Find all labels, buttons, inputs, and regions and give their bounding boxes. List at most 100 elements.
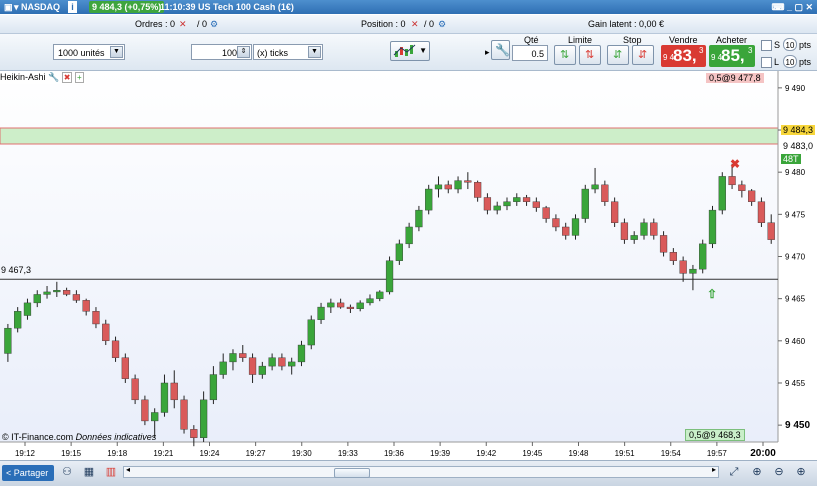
candle-body: [650, 222, 658, 236]
candle-body: [23, 302, 32, 316]
y-tick-label: 9 475: [785, 210, 806, 219]
candle-body: [170, 382, 178, 401]
orders-label: Ordres : 0: [135, 19, 176, 29]
candle-body: [708, 209, 717, 245]
close-order-marker-icon[interactable]: ✖: [730, 157, 740, 171]
y-tick-label: 9 465: [785, 295, 806, 304]
scroll-right-icon[interactable]: ▸: [712, 465, 716, 474]
stop-down-icon: ⇵: [638, 49, 648, 61]
top-order-tag[interactable]: 0,5@9 477,8: [706, 73, 764, 83]
scroll-left-icon[interactable]: ◂: [126, 465, 130, 474]
stop-sell-button[interactable]: ⇵: [632, 45, 654, 65]
collapse-arrow-icon[interactable]: ▸: [485, 47, 490, 58]
candle-body: [278, 357, 286, 367]
candle-body: [395, 243, 403, 261]
candle-body: [219, 361, 227, 375]
chart-canvas[interactable]: 9 4909 4859 4809 4759 4709 4659 4609 455…: [0, 71, 817, 460]
x-tick-label: 19:27: [246, 449, 267, 458]
bottom-order-tag[interactable]: 0,5@9 468,3: [685, 429, 745, 441]
candle-body: [131, 378, 139, 401]
candle-body: [376, 291, 384, 299]
remove-indicator-icon[interactable]: ✖: [61, 72, 73, 83]
candle-body: [620, 222, 629, 240]
x-tick-label: 19:57: [707, 449, 728, 458]
candle-body: [464, 180, 472, 183]
candle-body: [571, 218, 580, 236]
sell-button[interactable]: 9 4 83, 3: [661, 45, 706, 67]
candle-body: [689, 268, 697, 274]
wrench-icon[interactable]: 🔧: [48, 72, 59, 82]
chart-scrollbar[interactable]: ◂ ▸: [123, 465, 719, 478]
zoom-out-icon[interactable]: ⊖: [772, 465, 786, 479]
candle-body: [317, 306, 325, 320]
auto-scale-icon[interactable]: ⤢: [727, 465, 741, 479]
binoculars-icon[interactable]: ⚇: [60, 465, 74, 479]
sell-price-decimal: 3: [699, 46, 704, 55]
close-position-icon[interactable]: ✕: [411, 19, 419, 30]
indicators-icon[interactable]: ▥: [104, 465, 118, 479]
pts-label: pts: [799, 57, 812, 67]
orders-settings-icon[interactable]: ⚙: [210, 19, 218, 30]
y-tick-label: 9 450: [785, 420, 810, 431]
candle-body: [601, 184, 609, 202]
market-selector[interactable]: ▾ NASDAQ: [14, 1, 60, 13]
candle-body: [405, 226, 413, 245]
stepper-arrows-icon[interactable]: ⇕: [237, 46, 250, 58]
indicator-legend: Heikin-Ashi 🔧 ✖ +: [0, 72, 86, 84]
zoom-in-icon[interactable]: ⊕: [794, 465, 808, 479]
candle-body: [748, 190, 756, 202]
position-settings-icon[interactable]: ⚙: [438, 19, 446, 30]
s-label: S: [774, 40, 781, 50]
calculator-icon[interactable]: ▦: [82, 465, 96, 479]
close-orders-icon[interactable]: ✕: [179, 19, 187, 30]
x-tick-label: 19:21: [153, 449, 174, 458]
info-icon[interactable]: i: [68, 1, 77, 13]
take-profit-pts-input[interactable]: 10: [783, 55, 797, 68]
limit-buy-button[interactable]: ⇅: [554, 45, 576, 65]
ticks-stepper[interactable]: 100 ⇕: [191, 44, 252, 60]
copyright-text: © IT-Finance.com Données indicatives: [2, 432, 156, 442]
orders-total: / 0: [197, 19, 208, 29]
x-tick-label: 19:33: [338, 449, 359, 458]
add-indicator-icon[interactable]: +: [74, 72, 84, 83]
chevron-down-icon[interactable]: ▼: [308, 46, 321, 58]
candle-body: [239, 353, 247, 358]
candle-body: [92, 311, 100, 325]
candle-body: [611, 201, 619, 223]
ticks-unit-select[interactable]: (x) ticks ▼: [253, 44, 323, 60]
stop-buy-button[interactable]: ⇵: [607, 45, 629, 65]
candle-body: [160, 382, 169, 413]
candle-body: [209, 374, 218, 401]
share-button[interactable]: < Partager: [2, 465, 54, 481]
qty-input[interactable]: 0.5: [512, 45, 548, 61]
candle-body: [532, 201, 540, 208]
stop-loss-checkbox[interactable]: [761, 40, 772, 51]
stop-loss-pts-input[interactable]: 10: [783, 38, 797, 51]
candle-body: [591, 184, 599, 190]
price-chart[interactable]: 9 4909 4859 4809 4759 4709 4659 4609 455…: [0, 71, 817, 460]
scrollbar-thumb[interactable]: [334, 468, 370, 478]
limit-label: Limite: [568, 35, 593, 45]
window-controls[interactable]: ⌨ _ ▢ ✕: [771, 1, 813, 13]
spread-band: [0, 127, 779, 145]
chevron-down-icon[interactable]: ▼: [110, 46, 123, 58]
window-icon[interactable]: ▣: [4, 1, 13, 13]
take-profit-checkbox[interactable]: [761, 57, 772, 68]
units-select[interactable]: 1000 unités ▼: [53, 44, 125, 60]
candle-body: [151, 412, 159, 422]
disclaimer: Données indicatives: [75, 432, 157, 442]
y-tick-label: 9 455: [785, 379, 806, 388]
order-settings-button[interactable]: 🔧: [491, 40, 510, 60]
title-bar: ▣ ▾ NASDAQ i 9 484,3 (+0,75%) 11:10:39 U…: [0, 0, 817, 14]
candle-body: [640, 222, 648, 236]
zoom-reset-icon[interactable]: ⊕: [750, 465, 764, 479]
candle-body: [43, 291, 51, 295]
candle-body: [229, 353, 237, 363]
x-tick-label: 19:42: [476, 449, 497, 458]
chart-type-button[interactable]: ▼: [390, 41, 430, 61]
candle-body: [757, 201, 766, 223]
buy-button[interactable]: 9 4 85, 3: [709, 45, 755, 67]
limit-sell-button[interactable]: ⇅: [579, 45, 601, 65]
candle-body: [248, 357, 257, 375]
candle-body: [767, 222, 775, 240]
